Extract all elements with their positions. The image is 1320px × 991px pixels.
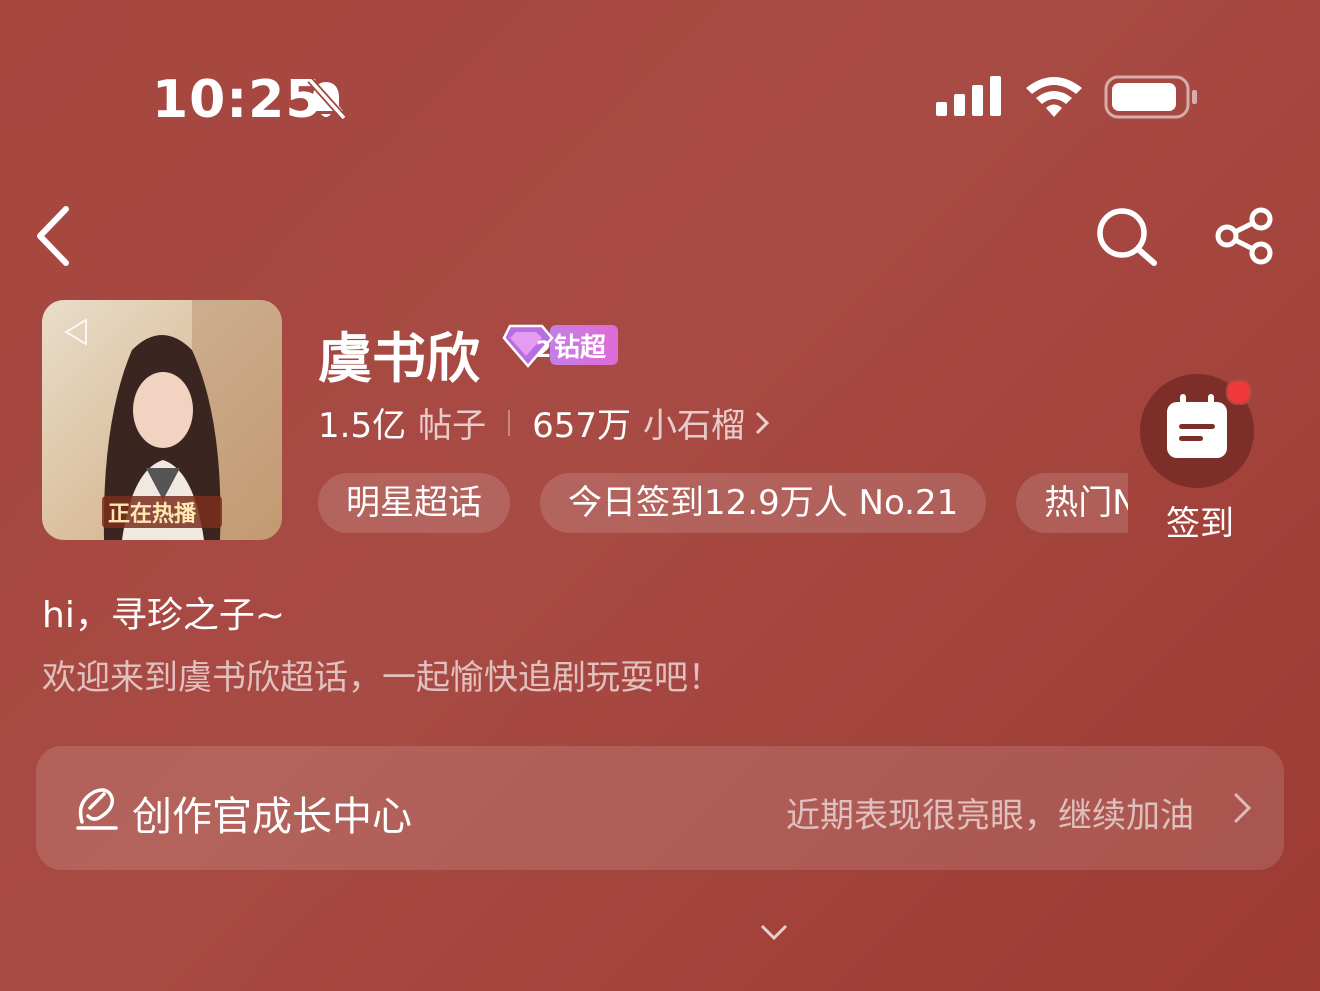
signin-label[interactable]: 签到 — [1166, 496, 1234, 545]
tag-row: 明星超话 今日签到12.9万人 No.21 热门N — [318, 473, 1128, 535]
status-time: 10:25 — [152, 70, 323, 130]
diamond-icon: 2 — [502, 322, 558, 368]
wifi-icon — [1026, 77, 1082, 117]
stats-divider — [508, 409, 511, 436]
tag-star-topic[interactable]: 明星超话 — [318, 473, 510, 533]
tag-signin-rank[interactable]: 今日签到12.9万人 No.21 — [540, 473, 987, 533]
tag-hot[interactable]: 热门N — [1016, 473, 1128, 533]
level-badge[interactable]: 2 钻超 — [502, 322, 619, 368]
avatar[interactable]: 正在热播 — [42, 300, 282, 540]
pen-edit-icon — [76, 788, 118, 830]
creator-card-subtitle: 近期表现很亮眼，继续加油 — [786, 796, 1194, 836]
share-icon[interactable] — [1212, 205, 1278, 267]
stats-row[interactable]: 1.5亿 帖子 657万 小石榴 — [318, 398, 771, 447]
fans-count: 657万 — [532, 406, 631, 446]
back-icon[interactable] — [34, 205, 74, 267]
battery-icon — [1104, 75, 1197, 119]
greeting-subtitle: 欢迎来到虞书欣超话，一起愉快追剧玩耍吧！ — [42, 658, 722, 698]
posts-count: 1.5亿 — [318, 406, 407, 446]
avatar-caption: 正在热播 — [108, 502, 197, 527]
badge-label: 钻超 — [550, 325, 619, 365]
badge-level: 2 — [536, 338, 552, 363]
chevron-right-icon — [1233, 792, 1252, 824]
posts-label: 帖子 — [418, 406, 487, 446]
bell-slash-icon — [307, 77, 347, 121]
page-title: 虞书欣 — [318, 327, 480, 390]
search-icon[interactable] — [1094, 205, 1158, 267]
chevron-down-icon[interactable] — [758, 920, 790, 944]
notification-dot — [1226, 379, 1252, 405]
fans-label: 小石榴 — [642, 406, 745, 446]
greeting-title: hi，寻珍之子~ — [42, 595, 285, 636]
cellular-signal-icon — [936, 76, 1001, 116]
chevron-right-icon — [755, 411, 770, 434]
creator-card-title: 创作官成长中心 — [132, 794, 412, 840]
